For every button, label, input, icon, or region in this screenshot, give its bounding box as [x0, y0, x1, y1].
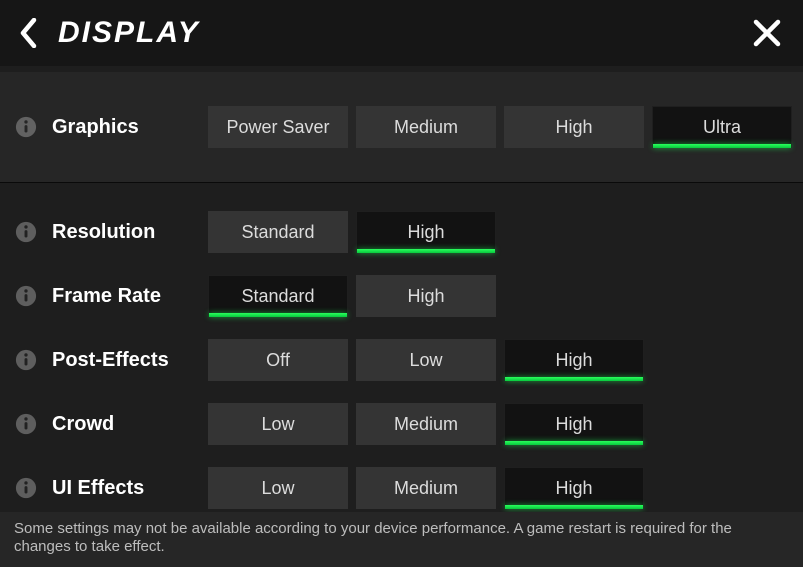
back-button[interactable] [18, 15, 40, 51]
options-group-graphics: Power SaverMediumHighUltra [208, 106, 792, 148]
option-graphics-ultra[interactable]: Ultra [652, 106, 792, 148]
option-ui-effects-medium[interactable]: Medium [356, 467, 496, 509]
info-icon[interactable] [14, 476, 38, 500]
close-icon [753, 19, 781, 47]
setting-label-graphics: Graphics [52, 116, 202, 139]
option-frame-rate-high[interactable]: High [356, 275, 496, 317]
setting-row-frame-rate: Frame Rate StandardHigh [0, 275, 803, 317]
setting-row-ui-effects: UI Effects LowMediumHigh [0, 467, 803, 509]
option-crowd-medium[interactable]: Medium [356, 403, 496, 445]
setting-row-graphics: Graphics Power SaverMediumHighUltra [0, 72, 803, 183]
setting-row-crowd: Crowd LowMediumHigh [0, 403, 803, 445]
option-resolution-standard[interactable]: Standard [208, 211, 348, 253]
setting-label-post-effects: Post-Effects [52, 349, 202, 372]
option-graphics-high[interactable]: High [504, 106, 644, 148]
chevron-left-icon [19, 18, 39, 48]
options-group-frame-rate: StandardHigh [208, 275, 496, 317]
setting-label-crowd: Crowd [52, 413, 202, 436]
options-group-crowd: LowMediumHigh [208, 403, 644, 445]
setting-row-post-effects: Post-Effects OffLowHigh [0, 339, 803, 381]
setting-label-frame-rate: Frame Rate [52, 285, 202, 308]
setting-label-resolution: Resolution [52, 221, 202, 244]
option-ui-effects-high[interactable]: High [504, 467, 644, 509]
options-group-resolution: StandardHigh [208, 211, 496, 253]
option-graphics-power-saver[interactable]: Power Saver [208, 106, 348, 148]
setting-row-resolution: Resolution StandardHigh [0, 211, 803, 253]
option-crowd-low[interactable]: Low [208, 403, 348, 445]
page-title: DISPLAY [58, 16, 200, 50]
option-graphics-medium[interactable]: Medium [356, 106, 496, 148]
info-icon[interactable] [14, 220, 38, 244]
info-icon[interactable] [14, 412, 38, 436]
options-group-post-effects: OffLowHigh [208, 339, 644, 381]
settings-content: GraphicsPower SaverMediumHighUltraResolu… [0, 66, 803, 509]
option-ui-effects-low[interactable]: Low [208, 467, 348, 509]
header-bar: DISPLAY [0, 0, 803, 66]
info-icon[interactable] [14, 115, 38, 139]
close-button[interactable] [749, 15, 785, 51]
option-post-effects-high[interactable]: High [504, 339, 644, 381]
footer-note: Some settings may not be available accor… [0, 512, 803, 567]
option-frame-rate-standard[interactable]: Standard [208, 275, 348, 317]
option-post-effects-off[interactable]: Off [208, 339, 348, 381]
option-crowd-high[interactable]: High [504, 403, 644, 445]
options-group-ui-effects: LowMediumHigh [208, 467, 644, 509]
option-post-effects-low[interactable]: Low [356, 339, 496, 381]
info-icon[interactable] [14, 284, 38, 308]
info-icon[interactable] [14, 348, 38, 372]
setting-label-ui-effects: UI Effects [52, 477, 202, 500]
option-resolution-high[interactable]: High [356, 211, 496, 253]
